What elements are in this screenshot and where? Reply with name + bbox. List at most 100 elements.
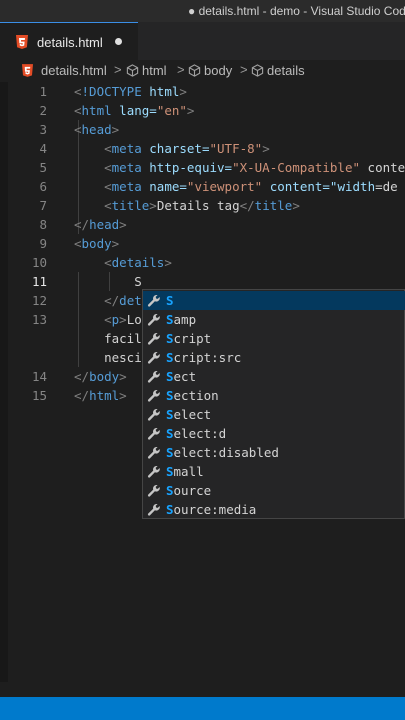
suggestion-label: Source:media	[166, 502, 257, 517]
suggestion-item[interactable]: Small	[143, 462, 405, 481]
wrench-icon	[147, 370, 161, 387]
line-code: facil	[74, 331, 142, 346]
window-title: ● details.html - demo - Visual Studio Co…	[188, 4, 405, 18]
wrench-icon	[147, 294, 161, 311]
line-code: </body>	[74, 369, 127, 384]
line-code: <head>	[74, 122, 120, 137]
line-number: 2	[39, 103, 47, 118]
suggestion-item[interactable]: Source:media	[143, 500, 405, 519]
breadcrumb-label: details	[267, 63, 305, 78]
wrench-icon	[147, 465, 161, 482]
cube-icon	[188, 64, 201, 77]
line-code: </det	[104, 293, 142, 308]
wrench-icon	[147, 389, 161, 406]
suggestion-label: Source	[166, 483, 212, 498]
line-number: 11	[31, 274, 47, 289]
line-number: 6	[39, 179, 47, 194]
breadcrumb-item-body[interactable]: body	[188, 63, 232, 78]
wrench-icon	[147, 427, 161, 444]
suggestion-label: S	[166, 293, 174, 308]
suggestion-label: Sect	[166, 369, 197, 384]
suggestion-item[interactable]: Section	[143, 386, 405, 405]
wrench-icon	[147, 446, 161, 463]
chevron-right-icon: >	[240, 62, 248, 77]
breadcrumb-item-html[interactable]: html	[126, 63, 167, 78]
code-line[interactable]: 6 <meta name="viewport" content="width=d…	[0, 177, 405, 196]
line-number: 14	[31, 369, 47, 384]
suggestion-label: Select	[166, 407, 212, 422]
code-line[interactable]: 7 <title>Details tag</title>	[0, 196, 405, 215]
line-code: <body>	[74, 236, 120, 251]
suggestion-item[interactable]: Select	[143, 405, 405, 424]
code-line[interactable]: 8 </head>	[0, 215, 405, 234]
unsaved-dot-icon[interactable]	[115, 38, 122, 45]
code-line[interactable]: 2 <html lang="en">	[0, 101, 405, 120]
title-bar: ● details.html - demo - Visual Studio Co…	[0, 0, 405, 22]
suggestion-label: Select:d	[166, 426, 227, 441]
html5-icon	[16, 35, 28, 54]
suggestion-item[interactable]: Samp	[143, 310, 405, 329]
line-number: 5	[39, 160, 47, 175]
suggestion-label: Samp	[166, 312, 197, 327]
status-bar	[0, 697, 405, 720]
breadcrumb-label: html	[142, 63, 167, 78]
line-number: 7	[39, 198, 47, 213]
wrench-icon	[147, 332, 161, 349]
suggestion-item[interactable]: Script:src	[143, 348, 405, 367]
wrench-icon	[147, 313, 161, 330]
line-number: 9	[39, 236, 47, 251]
line-code: <meta http-equiv="X-UA-Compatible" conte	[104, 160, 405, 175]
tab-details-html[interactable]: details.html	[0, 22, 138, 61]
tab-label: details.html	[37, 35, 103, 50]
line-number: 13	[31, 312, 47, 327]
wrench-icon	[147, 484, 161, 501]
breadcrumb-label: body	[204, 63, 233, 78]
suggestion-label: Script	[166, 331, 212, 346]
line-number: 8	[39, 217, 47, 232]
line-code: <!DOCTYPE html>	[74, 84, 187, 99]
line-number: 10	[31, 255, 47, 270]
chevron-right-icon: >	[177, 62, 185, 77]
breadcrumb: details.html > html > body > details	[0, 60, 405, 82]
breadcrumb-item-file[interactable]: details.html	[22, 63, 107, 78]
line-code: <meta name="viewport" content="width=de	[104, 179, 398, 194]
code-line[interactable]: 3 <head>	[0, 120, 405, 139]
line-code: </html>	[74, 388, 127, 403]
suggestion-label: Script:src	[166, 350, 242, 365]
line-number: 1	[39, 84, 47, 99]
line-number: 4	[39, 141, 47, 156]
line-code: <details>	[104, 255, 172, 270]
suggestion-item[interactable]: Script	[143, 329, 405, 348]
line-code: S	[74, 274, 142, 289]
cube-icon	[126, 64, 139, 77]
suggestion-item[interactable]: Source	[143, 481, 405, 500]
wrench-icon	[147, 351, 161, 368]
suggestion-widget[interactable]: S Samp Script Script:src Sect Section Select Se…	[142, 289, 405, 519]
line-code: <p>Lo	[104, 312, 142, 327]
code-line[interactable]: 5 <meta http-equiv="X-UA-Compatible" con…	[0, 158, 405, 177]
code-line[interactable]: 9 <body>	[0, 234, 405, 253]
suggestion-item[interactable]: Select:d	[143, 424, 405, 443]
wrench-icon	[147, 503, 161, 520]
suggestion-label: Small	[166, 464, 204, 479]
line-number: 12	[31, 293, 47, 308]
suggestion-item[interactable]: Sect	[143, 367, 405, 386]
line-code: <meta charset="UTF-8">	[104, 141, 270, 156]
html5-icon	[22, 64, 33, 77]
tab-bar: details.html	[0, 22, 405, 61]
code-line[interactable]: 1 <!DOCTYPE html>	[0, 82, 405, 101]
chevron-right-icon: >	[114, 62, 122, 77]
line-code: </head>	[74, 217, 127, 232]
line-number: 15	[31, 388, 47, 403]
suggestion-item[interactable]: Select:disabled	[143, 443, 405, 462]
line-number: 3	[39, 122, 47, 137]
suggestion-label: Select:disabled	[166, 445, 279, 460]
line-code: <title>Details tag</title>	[104, 198, 300, 213]
line-code: nesci	[74, 350, 142, 365]
code-line[interactable]: 4 <meta charset="UTF-8">	[0, 139, 405, 158]
line-code: <html lang="en">	[74, 103, 195, 118]
code-line[interactable]: 10 <details>	[0, 253, 405, 272]
cube-icon	[251, 64, 264, 77]
breadcrumb-item-details[interactable]: details	[251, 63, 305, 78]
suggestion-item[interactable]: S	[143, 291, 405, 310]
